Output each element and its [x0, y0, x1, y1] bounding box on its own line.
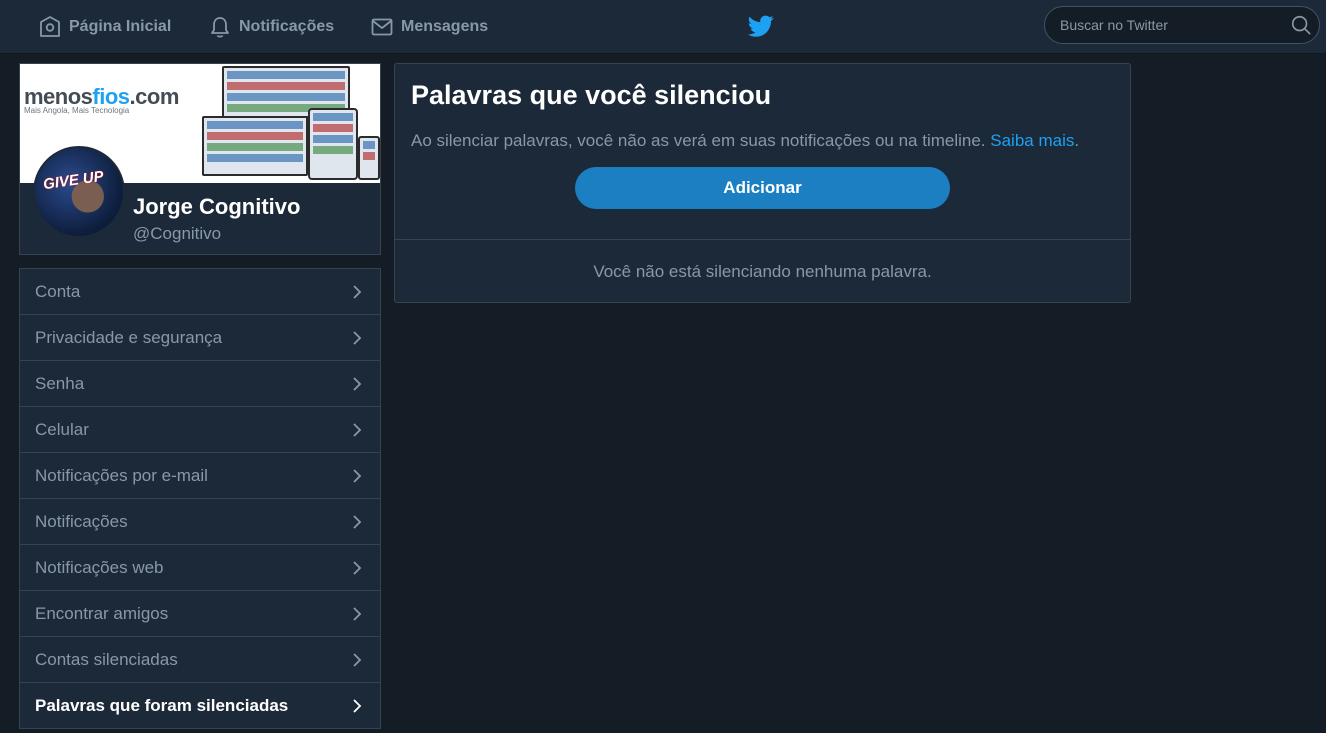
empty-state-message: Você não está silenciando nenhuma palavr… — [593, 262, 932, 281]
profile-handle[interactable]: @Cognitivo — [133, 224, 221, 244]
search-box — [1044, 6, 1320, 44]
nav-notifications-link[interactable]: Notificações — [208, 0, 334, 53]
bell-icon — [211, 16, 229, 38]
banner-laptop-mockup — [202, 116, 308, 176]
menu-item-celular[interactable]: Celular — [20, 407, 380, 453]
menu-item-label: Contas silenciadas — [35, 649, 178, 669]
chevron-right-icon — [353, 606, 362, 621]
settings-menu: Conta Privacidade e segurança Senha Celu… — [19, 268, 381, 729]
menu-item-label: Encontrar amigos — [35, 603, 169, 623]
chevron-right-icon — [353, 698, 362, 713]
top-nav-bar: Página Inicial Notificações Mensagens — [0, 0, 1326, 54]
learn-more-link[interactable]: Saiba mais — [990, 131, 1074, 150]
chevron-right-icon — [353, 422, 362, 437]
profile-name[interactable]: Jorge Cognitivo — [133, 194, 300, 220]
home-icon — [40, 15, 60, 37]
profile-card[interactable]: menosfios.com Mais Angola, Mais Tecnolog… — [19, 63, 381, 255]
menu-item-label: Privacidade e segurança — [35, 327, 223, 347]
chevron-right-icon — [353, 376, 362, 391]
menu-item-label: Celular — [35, 419, 89, 439]
menu-item-conta[interactable]: Conta — [20, 269, 380, 315]
search-input[interactable] — [1045, 6, 1283, 44]
search-icon — [1291, 15, 1311, 35]
menu-item-muted-accounts[interactable]: Contas silenciadas — [20, 637, 380, 683]
banner-tagline: Mais Angola, Mais Tecnologia — [24, 106, 130, 115]
nav-notifications-label: Notificações — [239, 17, 335, 35]
panel-description: Ao silenciar palavras, você não as verá … — [411, 131, 1080, 150]
chevron-right-icon — [353, 514, 362, 529]
avatar[interactable]: GIVE UP — [33, 146, 125, 238]
muted-words-panel: Palavras que você silenciou Ao silenciar… — [394, 63, 1131, 303]
menu-item-label: Palavras que foram silenciadas — [35, 695, 289, 715]
menu-item-label: Notificações web — [35, 557, 164, 577]
twitter-bird-icon[interactable] — [747, 13, 775, 39]
divider — [395, 239, 1130, 240]
avatar-text: GIVE UP — [42, 167, 105, 194]
menu-item-muted-words[interactable]: Palavras que foram silenciadas — [20, 683, 380, 729]
menu-item-web-notifications[interactable]: Notificações web — [20, 545, 380, 591]
page-title: Palavras que você silenciou — [411, 80, 772, 110]
menu-item-label: Notificações — [35, 511, 128, 531]
chevron-right-icon — [353, 284, 362, 299]
banner-tablet-mockup — [308, 108, 358, 180]
banner-phone-mockup — [358, 136, 380, 180]
menu-item-senha[interactable]: Senha — [20, 361, 380, 407]
menu-item-privacidade[interactable]: Privacidade e segurança — [20, 315, 380, 361]
chevron-right-icon — [353, 560, 362, 575]
nav-home-link[interactable]: Página Inicial — [38, 0, 171, 53]
search-button[interactable] — [1283, 7, 1319, 43]
menu-item-label: Conta — [35, 281, 81, 301]
chevron-right-icon — [353, 330, 362, 345]
menu-item-notificacoes[interactable]: Notificações — [20, 499, 380, 545]
menu-item-label: Notificações por e-mail — [35, 465, 208, 485]
envelope-icon — [371, 18, 393, 35]
nav-messages-label: Mensagens — [401, 17, 489, 35]
nav-home-label: Página Inicial — [69, 17, 172, 35]
chevron-right-icon — [353, 652, 362, 667]
menu-item-label: Senha — [35, 373, 85, 393]
add-button[interactable]: Adicionar — [575, 167, 950, 209]
menu-item-find-friends[interactable]: Encontrar amigos — [20, 591, 380, 637]
menu-item-email-notifications[interactable]: Notificações por e-mail — [20, 453, 380, 499]
chevron-right-icon — [353, 468, 362, 483]
nav-messages-link[interactable]: Mensagens — [370, 0, 488, 53]
